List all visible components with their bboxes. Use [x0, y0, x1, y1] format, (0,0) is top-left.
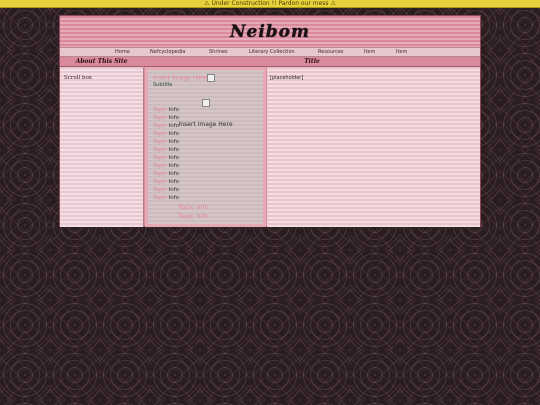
scroll-box[interactable]: Insert Image Here Subtitle Insert Image … — [145, 67, 266, 227]
topic-row: Topic Info — [153, 155, 180, 161]
top-nav: Home Nefcyclopedia Shrines Literary Coll… — [60, 47, 480, 57]
nav-item-resources[interactable]: Resources — [318, 48, 344, 56]
scroll-box-label: Scroll box — [64, 75, 92, 81]
broken-image-icon — [207, 74, 216, 82]
topic-row: Topic Info — [153, 131, 180, 137]
topic-row: Topic Info — [153, 187, 180, 193]
topic-row: Topic Info — [153, 139, 180, 145]
nav-item-literary-collection[interactable]: Literary Collection — [249, 48, 295, 56]
topic-row: Topic Info — [153, 163, 180, 169]
main-column-title: Title — [144, 57, 480, 67]
left-column: Scroll box — [60, 67, 144, 227]
topic-row: Topic Info — [153, 147, 180, 153]
nav-item-home[interactable]: Home — [115, 48, 130, 56]
topic-row: Topic Info — [153, 179, 180, 185]
topic-row-wide: Topic Info — [178, 203, 209, 211]
topic-row: Topic Info — [153, 107, 180, 113]
topic-row: Topic Info — [153, 195, 180, 201]
nav-item-item-2[interactable]: Item — [396, 48, 407, 56]
site-logo: Neibom — [229, 22, 311, 42]
placeholder-text: [placeholder] — [270, 75, 304, 81]
site-header: Neibom — [60, 16, 480, 47]
topic-row: Topic Info — [153, 123, 180, 129]
banner-text: ⚠ Under Construction !! Pardon our mess … — [204, 0, 336, 7]
nav-item-shrines[interactable]: Shrines — [209, 48, 228, 56]
construction-banner: ⚠ Under Construction !! Pardon our mess … — [0, 0, 540, 8]
topic-row-wide: Topic Info — [178, 212, 209, 220]
nav-item-nefcyclopedia[interactable]: Nefcyclopedia — [150, 48, 185, 56]
site-frame: Neibom Home Nefcyclopedia Shrines Litera… — [59, 15, 481, 227]
broken-image-icon — [201, 98, 210, 107]
left-column-title: About This Site — [60, 57, 143, 67]
nav-item-item-1[interactable]: Item — [364, 48, 375, 56]
subtitle: Subtitle — [153, 82, 173, 88]
main-column: [placeholder] — [267, 67, 480, 227]
topic-row: Topic Info — [153, 115, 180, 121]
image-placeholder-1: Insert Image Here — [153, 74, 216, 82]
topic-row: Topic Info — [153, 171, 180, 177]
